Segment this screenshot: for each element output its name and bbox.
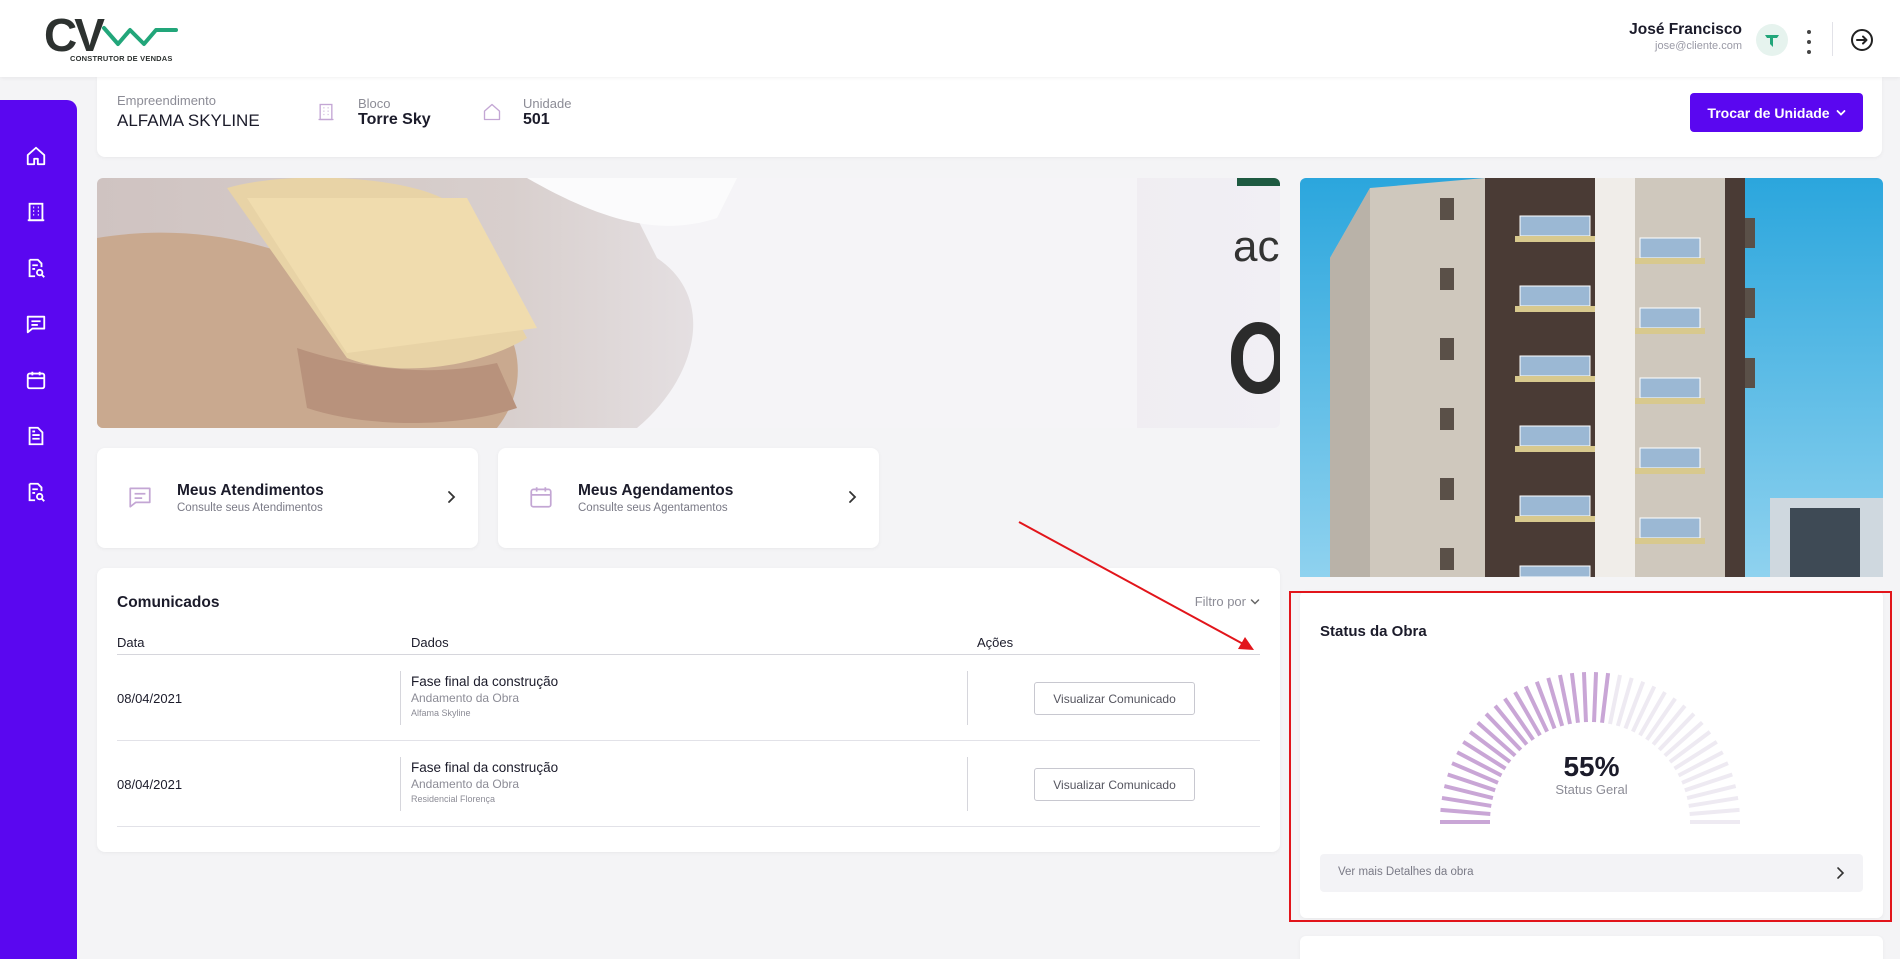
comunicados-title: Comunicados bbox=[117, 594, 220, 611]
column-divider bbox=[400, 671, 401, 725]
row-date: 08/04/2021 bbox=[117, 777, 183, 792]
row-empreendimento: Residencial Florença bbox=[411, 794, 496, 804]
building-icon bbox=[318, 103, 334, 121]
card-subtitle: Consulte seus Atendimentos bbox=[177, 502, 323, 514]
building-icon bbox=[27, 202, 45, 222]
logout-button[interactable] bbox=[1848, 26, 1876, 54]
document-search-icon bbox=[28, 482, 45, 502]
status-obra-title: Status da Obra bbox=[1320, 623, 1427, 640]
trocar-unidade-label: Trocar de Unidade bbox=[1707, 104, 1830, 121]
filter-dropdown[interactable]: Filtro por bbox=[1195, 594, 1260, 609]
gauge-tick bbox=[1600, 672, 1611, 723]
gauge-tick bbox=[1441, 795, 1492, 808]
chevron-right-icon bbox=[849, 491, 857, 503]
table-row: 08/04/2021 Fase final da construção Anda… bbox=[117, 655, 1260, 741]
bloco-label: Bloco bbox=[358, 96, 391, 111]
comunicados-panel: Comunicados Filtro por Data Dados Ações … bbox=[97, 568, 1280, 852]
sidebar-item-documentos[interactable] bbox=[16, 248, 56, 288]
row-title: Fase final da construção bbox=[411, 674, 559, 689]
empreendimento-value: ALFAMA SKYLINE bbox=[117, 111, 260, 130]
column-header-acoes: Ações bbox=[977, 635, 1014, 650]
logo-text: CV bbox=[44, 9, 105, 61]
calendar-icon bbox=[26, 371, 46, 390]
logo[interactable]: CV CONSTRUTOR DE VENDAS bbox=[40, 12, 180, 66]
card-title: Meus Atendimentos bbox=[177, 482, 324, 499]
column-header-data: Data bbox=[117, 635, 145, 650]
logo-wave-icon bbox=[102, 26, 178, 46]
chevron-down-icon bbox=[1250, 598, 1260, 605]
card-title: Meus Agendamentos bbox=[578, 482, 734, 499]
document-search-icon bbox=[28, 258, 45, 278]
visualizar-comunicado-button[interactable]: Visualizar Comunicado bbox=[1034, 682, 1195, 715]
chevron-right-icon bbox=[448, 491, 456, 503]
progress-gauge bbox=[1440, 672, 1740, 824]
bloco-value: Torre Sky bbox=[358, 111, 431, 128]
column-divider bbox=[967, 671, 968, 725]
filter-label: Filtro por bbox=[1194, 594, 1246, 609]
gauge-tick bbox=[1631, 685, 1657, 733]
sidebar bbox=[0, 100, 77, 959]
gauge-tick bbox=[1569, 672, 1580, 723]
top-header: CV CONSTRUTOR DE VENDAS José Francisco j… bbox=[0, 0, 1900, 77]
table-row: 08/04/2021 Fase final da construção Anda… bbox=[117, 741, 1260, 827]
building-illustration bbox=[1300, 178, 1883, 577]
row-category: Andamento da Obra bbox=[411, 691, 520, 705]
unidade-value: 501 bbox=[523, 111, 550, 128]
card-subtitle: Consulte seus Agentamentos bbox=[578, 502, 728, 514]
chevron-right-icon bbox=[1837, 867, 1845, 879]
kebab-menu-icon[interactable] bbox=[1801, 27, 1817, 57]
sidebar-item-empreendimento[interactable] bbox=[16, 192, 56, 232]
avatar-logo-icon bbox=[1765, 35, 1779, 47]
column-header-dados: Dados bbox=[411, 635, 449, 650]
status-obra-card: Status da Obra 55% Status Geral Ver mais… bbox=[1300, 591, 1883, 918]
progress-percent: 55% bbox=[1563, 751, 1620, 782]
gauge-tick bbox=[1689, 807, 1740, 816]
banner-partial-text: ac bbox=[1233, 222, 1280, 271]
logo-subtitle: CONSTRUTOR DE VENDAS bbox=[70, 54, 173, 63]
header-divider bbox=[1832, 22, 1833, 56]
ver-detalhes-obra-button[interactable]: Ver mais Detalhes da obra bbox=[1320, 854, 1863, 892]
column-divider bbox=[967, 757, 968, 811]
row-title: Fase final da construção bbox=[411, 760, 559, 775]
chat-icon bbox=[26, 315, 46, 334]
meus-atendimentos-card[interactable]: Meus Atendimentos Consulte seus Atendime… bbox=[97, 448, 478, 548]
gauge-tick bbox=[1581, 672, 1588, 723]
gauge-tick bbox=[1523, 685, 1549, 733]
calendar-icon bbox=[530, 487, 552, 508]
sidebar-item-agendamentos[interactable] bbox=[16, 360, 56, 400]
logout-icon bbox=[1851, 29, 1873, 51]
visualizar-comunicado-button[interactable]: Visualizar Comunicado bbox=[1034, 768, 1195, 801]
next-card bbox=[1300, 936, 1883, 959]
chat-icon bbox=[129, 487, 151, 508]
progress-label: Status Geral bbox=[1555, 782, 1628, 797]
column-divider bbox=[400, 757, 401, 811]
meus-agendamentos-card[interactable]: Meus Agendamentos Consulte seus Agentame… bbox=[498, 448, 879, 548]
sidebar-item-atendimentos[interactable] bbox=[16, 304, 56, 344]
avatar[interactable] bbox=[1756, 24, 1788, 56]
ver-detalhes-label: Ver mais Detalhes da obra bbox=[1338, 866, 1474, 878]
gauge-tick bbox=[1688, 795, 1739, 808]
gauge-tick bbox=[1592, 672, 1599, 723]
chevron-down-icon bbox=[1836, 109, 1845, 116]
unit-info-bar: Empreendimento ALFAMA SKYLINE Bloco Torr… bbox=[97, 77, 1882, 157]
sidebar-item-boletos[interactable] bbox=[16, 472, 56, 512]
sidebar-item-contratos[interactable] bbox=[16, 416, 56, 456]
gauge-tick bbox=[1440, 807, 1491, 816]
empreendimento-label: Empreendimento bbox=[117, 93, 216, 108]
document-icon bbox=[28, 426, 44, 446]
row-empreendimento: Alfama Skyline bbox=[411, 708, 471, 718]
row-date: 08/04/2021 bbox=[117, 691, 183, 706]
unidade-label: Unidade bbox=[523, 96, 572, 111]
user-email: jose@cliente.com bbox=[1655, 40, 1742, 52]
row-category: Andamento da Obra bbox=[411, 777, 520, 791]
sidebar-item-home[interactable] bbox=[16, 136, 56, 176]
user-name: José Francisco bbox=[1629, 21, 1742, 38]
banner-image[interactable]: ac bbox=[97, 178, 1280, 428]
empreendimento-photo bbox=[1300, 178, 1883, 577]
trocar-unidade-button[interactable]: Trocar de Unidade bbox=[1690, 93, 1863, 132]
banner-illustration bbox=[97, 178, 1280, 428]
home-icon bbox=[483, 103, 501, 121]
home-icon bbox=[26, 146, 46, 166]
